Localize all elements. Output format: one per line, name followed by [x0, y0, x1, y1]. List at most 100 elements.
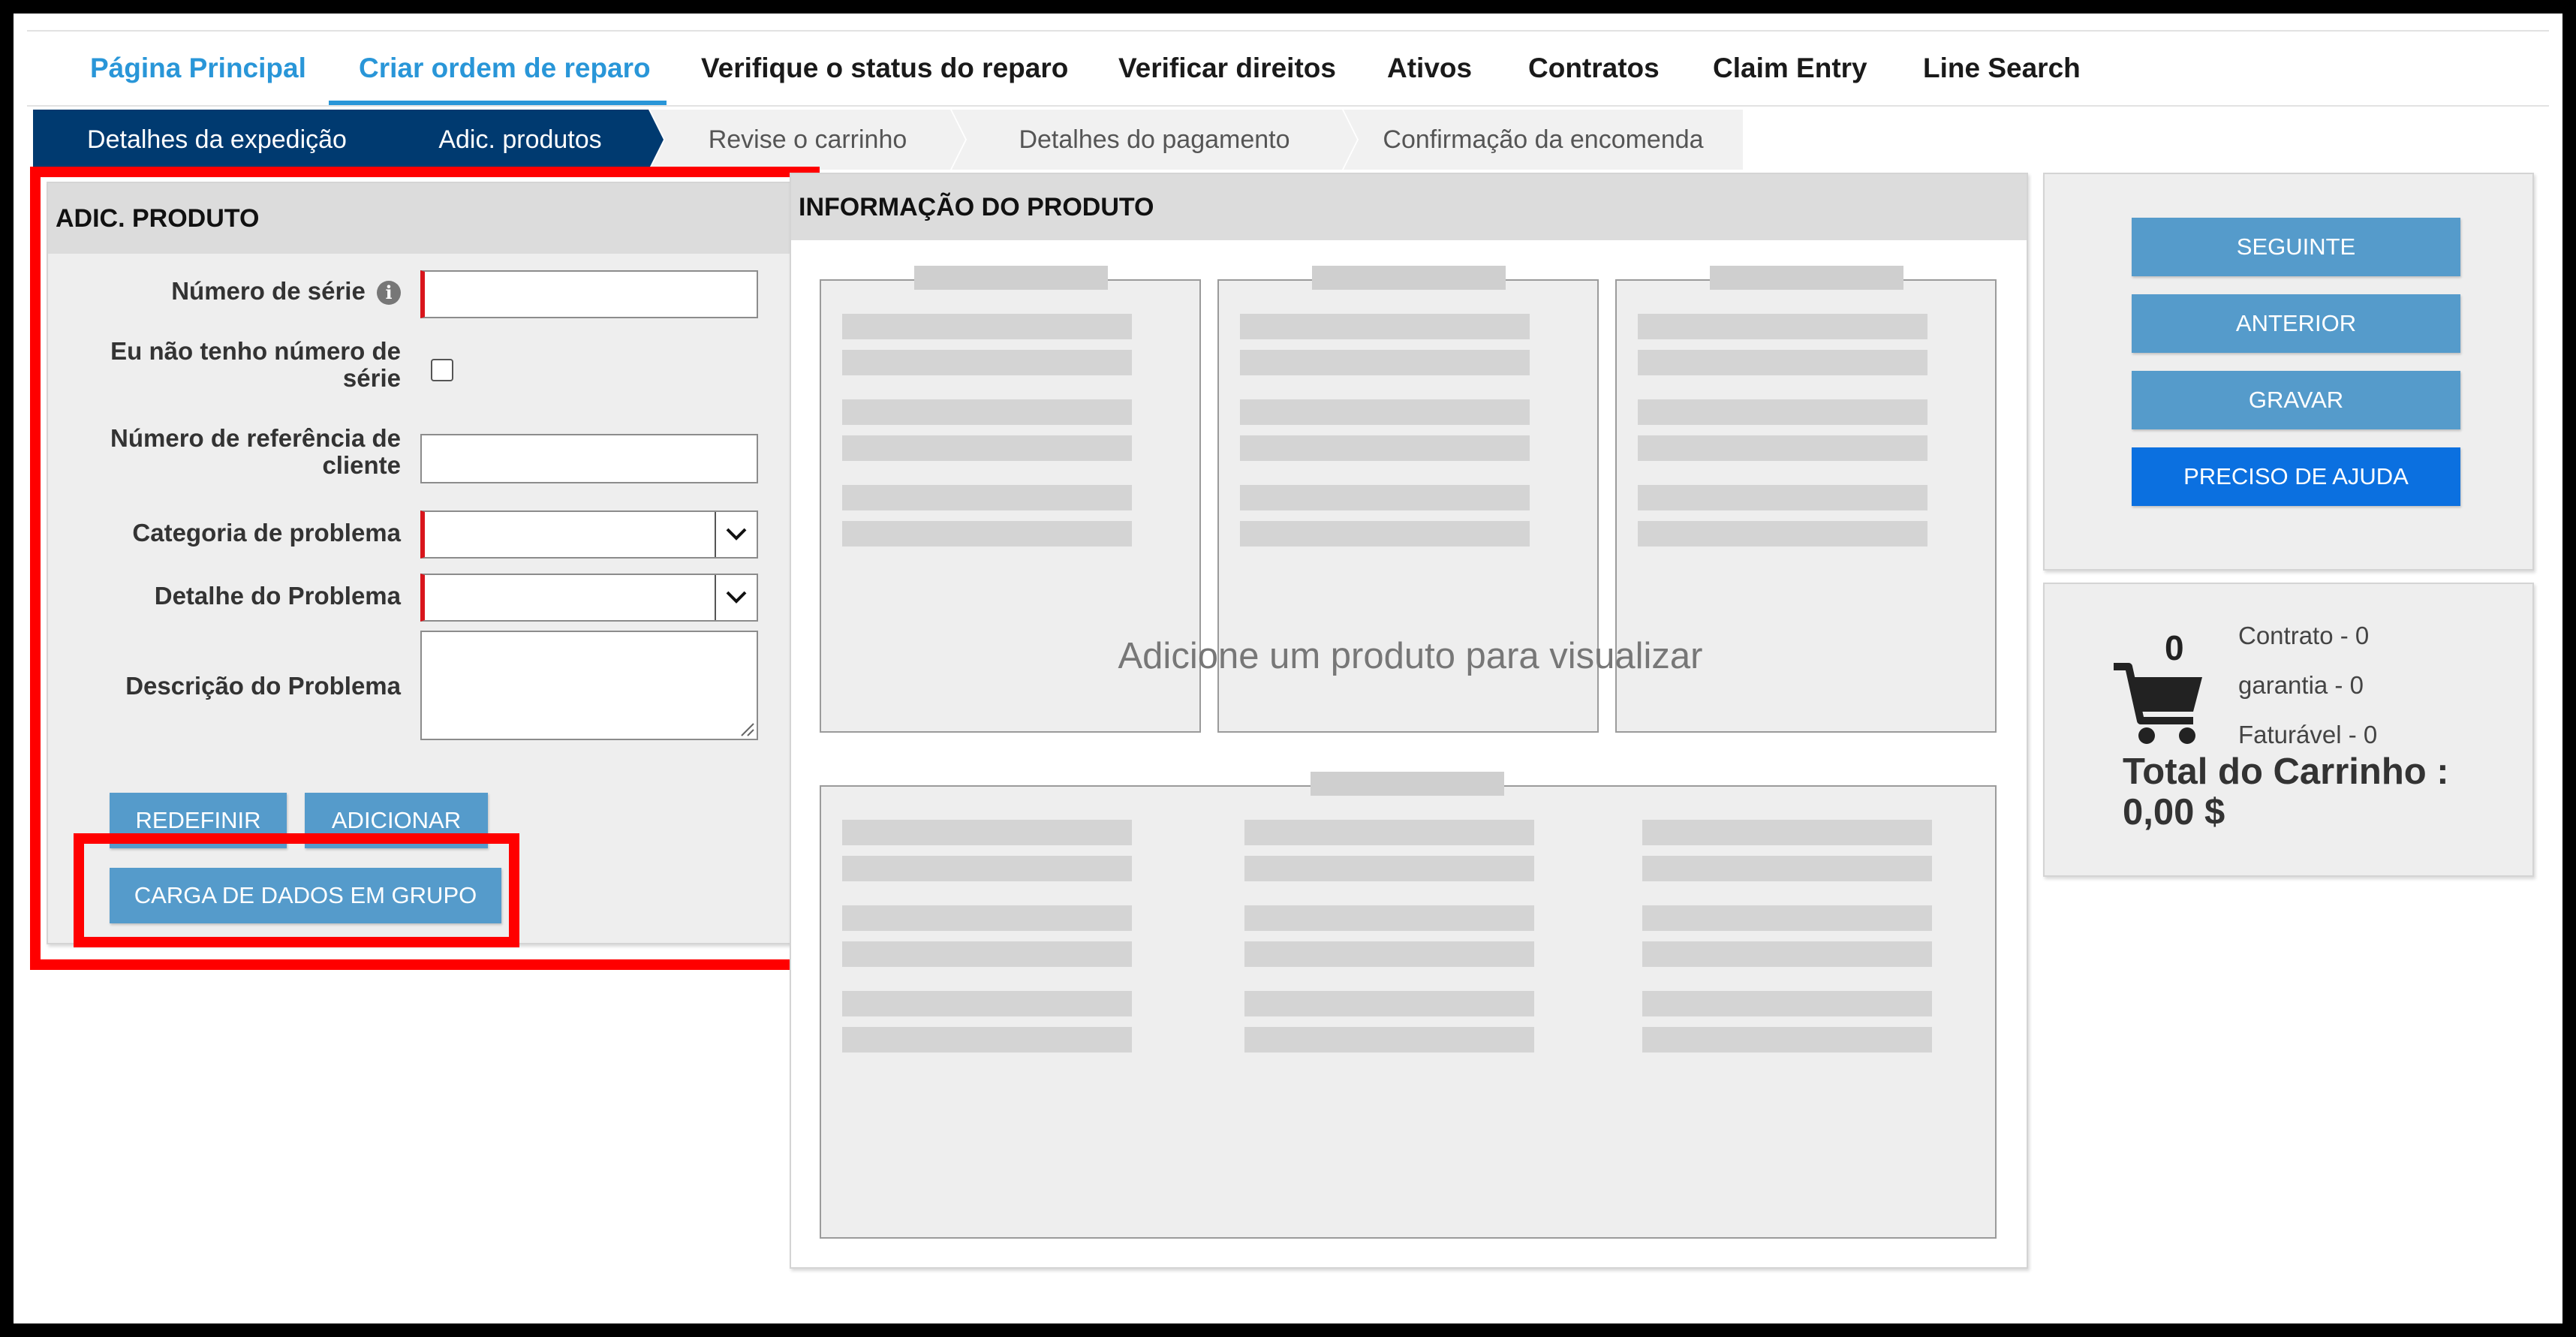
placeholder-line [842, 399, 1132, 425]
placeholder-line [1638, 399, 1927, 425]
add-product-panel: ADIC. PRODUTO Número de série i Eu não t… [47, 182, 791, 944]
cart-total-value: 0,00 $ [2123, 792, 2225, 833]
problem-description-textarea[interactable] [420, 631, 758, 740]
actions-panel: SEGUINTE ANTERIOR GRAVAR PRECISO DE AJUD… [2043, 173, 2534, 571]
placeholder-line [842, 941, 1132, 967]
previous-button[interactable]: ANTERIOR [2132, 294, 2460, 353]
top-navigation: Página Principal Criar ordem de reparo V… [27, 30, 2549, 107]
billable-count: Faturável - 0 [2238, 721, 2378, 748]
placeholder-line [1240, 435, 1530, 461]
nav-assets[interactable]: Ativos [1387, 32, 1472, 105]
placeholder-line [1244, 1027, 1534, 1052]
no-serial-label: Eu não tenho número de série [110, 337, 401, 392]
placeholder-tab [1312, 266, 1506, 290]
step-add-products[interactable]: Adic. produtos [377, 110, 664, 170]
placeholder-line [1240, 485, 1530, 510]
nav-home[interactable]: Página Principal [90, 32, 306, 105]
serial-number-label-text: Número de série [171, 277, 366, 305]
customer-reference-label: Número de referência de cliente [110, 424, 401, 479]
add-product-title: ADIC. PRODUTO [48, 183, 790, 254]
placeholder-line [1642, 820, 1932, 845]
placeholder-line [1244, 820, 1534, 845]
page: Página Principal Criar ordem de reparo V… [14, 14, 2562, 1323]
resize-handle-icon[interactable] [739, 721, 755, 737]
problem-category-select[interactable] [420, 510, 758, 559]
placeholder-line [842, 856, 1132, 881]
step-shipping-details[interactable]: Detalhes da expedição [33, 110, 401, 170]
cart-total-label: Total do Carrinho : [2123, 751, 2449, 792]
step-label: Detalhes do pagamento [1019, 125, 1290, 154]
cart-summary-panel: 0 Contrato - 0 garantia - 0 Faturável - … [2043, 583, 2534, 877]
nav-check-entitlements[interactable]: Verificar direitos [1118, 32, 1336, 105]
placeholder-line [1638, 314, 1927, 339]
placeholder-line [1642, 941, 1932, 967]
placeholder-line [1642, 991, 1932, 1016]
placeholder-line [842, 314, 1132, 339]
placeholder-line [842, 1027, 1132, 1052]
placeholder-line [1638, 435, 1927, 461]
problem-detail-select[interactable] [420, 574, 758, 622]
placeholder-line [842, 435, 1132, 461]
nav-create-repair-order[interactable]: Criar ordem de reparo [359, 32, 651, 105]
nav-claim-entry[interactable]: Claim Entry [1713, 32, 1867, 105]
placeholder-line [1642, 905, 1932, 931]
shopping-cart-icon [2114, 663, 2202, 744]
problem-detail-label: Detalhe do Problema [154, 582, 401, 610]
info-icon[interactable]: i [377, 281, 401, 306]
placeholder-line [842, 820, 1132, 845]
placeholder-line [1244, 991, 1534, 1016]
step-label: Confirmação da encomenda [1383, 125, 1704, 154]
placeholder-line [1244, 905, 1534, 931]
bulk-upload-button[interactable]: CARGA DE DADOS EM GRUPO [110, 868, 501, 923]
next-button[interactable]: SEGUINTE [2132, 218, 2460, 276]
placeholder-line [1642, 1027, 1932, 1052]
step-label: Adic. produtos [438, 125, 602, 154]
placeholder-line [842, 905, 1132, 931]
step-label: Revise o carrinho [708, 125, 907, 154]
placeholder-line [1240, 314, 1530, 339]
placeholder-line [842, 350, 1132, 375]
problem-category-label: Categoria de problema [132, 519, 401, 547]
nav-contracts[interactable]: Contratos [1528, 32, 1660, 105]
nav-line-search[interactable]: Line Search [1923, 32, 2081, 105]
placeholder-line [1240, 521, 1530, 547]
add-button[interactable]: ADICIONAR [305, 793, 488, 848]
serial-number-label: Número de série i [78, 277, 401, 306]
nav-check-repair-status[interactable]: Verifique o status do reparo [701, 32, 1068, 105]
reset-button[interactable]: REDEFINIR [110, 793, 287, 848]
product-info-title: INFORMAÇÃO DO PRODUTO [791, 174, 2027, 240]
warranty-count: garantia - 0 [2238, 671, 2364, 699]
placeholder-line [1240, 350, 1530, 375]
placeholder-line [1642, 856, 1932, 881]
placeholder-line [1638, 521, 1927, 547]
serial-number-input[interactable] [420, 270, 758, 318]
no-serial-checkbox[interactable] [431, 359, 453, 381]
placeholder-line [842, 521, 1132, 547]
empty-state-message: Adicione um produto para visualizar [1118, 636, 1703, 676]
step-review-cart[interactable]: Revise o carrinho [650, 110, 965, 170]
active-tab-indicator [329, 101, 667, 105]
placeholder-line [1244, 856, 1534, 881]
customer-reference-input[interactable] [420, 434, 758, 483]
step-order-confirmation[interactable]: Confirmação da encomenda [1344, 110, 1743, 170]
step-label: Detalhes da expedição [87, 125, 347, 154]
cart-count: 0 [2165, 628, 2184, 667]
placeholder-line [1244, 941, 1534, 967]
help-button[interactable]: PRECISO DE AJUDA [2132, 447, 2460, 506]
save-button[interactable]: GRAVAR [2132, 371, 2460, 429]
chevron-down-icon[interactable] [715, 575, 757, 620]
problem-description-label: Descrição do Problema [125, 672, 401, 700]
placeholder-line [1638, 485, 1927, 510]
placeholder-line [1240, 399, 1530, 425]
contract-count: Contrato - 0 [2238, 622, 2370, 649]
placeholder-line [842, 485, 1132, 510]
placeholder-tab [914, 266, 1108, 290]
placeholder-line [1638, 350, 1927, 375]
product-info-panel: INFORMAÇÃO DO PRODUTO Adicione um produt… [790, 173, 2028, 1269]
chevron-down-icon[interactable] [715, 512, 757, 557]
step-payment-details[interactable]: Detalhes do pagamento [952, 110, 1357, 170]
placeholder-line [842, 991, 1132, 1016]
placeholder-tab [1311, 772, 1504, 796]
placeholder-tab [1710, 266, 1903, 290]
placeholder-card-wide [820, 772, 1997, 1239]
